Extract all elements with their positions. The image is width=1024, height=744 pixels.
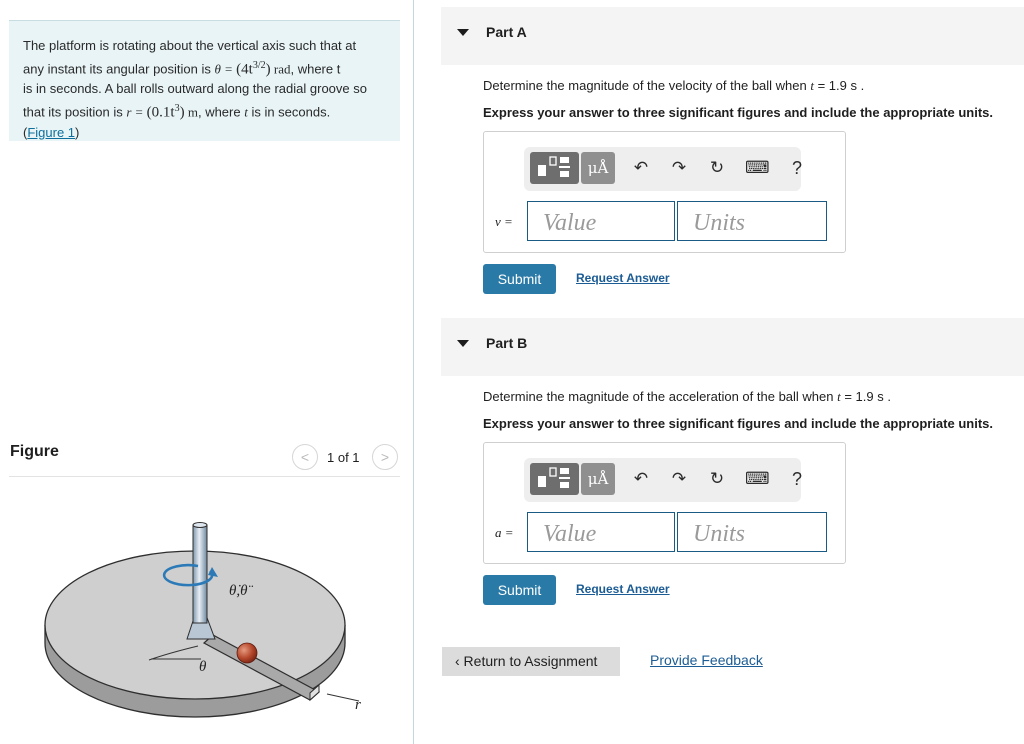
units-button[interactable]: μÅ bbox=[581, 152, 615, 184]
velocity-label: v = bbox=[495, 214, 513, 229]
problem-text: is in seconds. A ball rolls outward alon… bbox=[23, 81, 367, 97]
problem-text: The platform is rotating about the verti… bbox=[23, 38, 357, 53]
reset-icon[interactable]: ↻ bbox=[705, 155, 729, 181]
templates-icon bbox=[538, 156, 570, 177]
keyboard-icon[interactable]: ⌨ bbox=[745, 155, 770, 181]
help-button[interactable]: ? bbox=[785, 155, 809, 181]
figure-prev-button[interactable]: < bbox=[292, 444, 318, 470]
collapse-triangle-icon bbox=[457, 340, 469, 347]
problem-text: , where t bbox=[290, 60, 341, 76]
part-a-title: Part A bbox=[486, 24, 527, 40]
undo-icon[interactable]: ↶ bbox=[629, 155, 653, 181]
redo-icon[interactable]: ↷ bbox=[667, 155, 691, 181]
part-b-instruction: Express your answer to three significant… bbox=[483, 416, 993, 431]
question-text: = 1.9 s . bbox=[840, 389, 891, 404]
problem-text: that its position is bbox=[23, 104, 127, 120]
help-button[interactable]: ? bbox=[785, 466, 809, 492]
part-b-submit-button[interactable]: Submit bbox=[483, 575, 556, 605]
part-b-answer-box: μÅ ↶ ↷ ↻ ⌨ ? a = bbox=[483, 442, 846, 564]
figure-title: Figure bbox=[10, 443, 59, 460]
part-b-title: Part B bbox=[486, 335, 528, 351]
part-a-answer-box: μÅ ↶ ↷ ↻ ⌨ ? v = bbox=[483, 131, 846, 253]
figure-header: Figure < 1 of 1 > bbox=[9, 440, 400, 477]
templates-button[interactable] bbox=[530, 463, 579, 495]
ball bbox=[236, 642, 258, 664]
question-text: = 1.9 s . bbox=[813, 78, 865, 93]
question-text: Determine the magnitude of the velocity … bbox=[483, 78, 811, 93]
problem-line: The platform is rotating about the verti… bbox=[23, 36, 387, 56]
theta-label: θ bbox=[199, 659, 207, 675]
part-a-header[interactable]: Part A bbox=[441, 7, 1024, 65]
problem-text: is in seconds. bbox=[247, 104, 331, 120]
units-button[interactable]: μÅ bbox=[581, 463, 615, 495]
math-toolbar: μÅ ↶ ↷ ↻ ⌨ ? bbox=[524, 458, 802, 502]
rod-top bbox=[192, 522, 208, 528]
part-b-value-input[interactable] bbox=[527, 512, 675, 552]
figure-counter: 1 of 1 bbox=[327, 450, 360, 465]
part-a-submit-button[interactable]: Submit bbox=[483, 264, 556, 294]
problem-line: is in seconds. A ball rolls outward alon… bbox=[23, 79, 387, 99]
math-toolbar: μÅ ↶ ↷ ↻ ⌨ ? bbox=[524, 147, 802, 191]
problem-statement: The platform is rotating about the verti… bbox=[9, 20, 400, 141]
part-a-question: Determine the magnitude of the velocity … bbox=[483, 78, 864, 94]
r-label: r bbox=[355, 697, 361, 713]
provide-feedback-link[interactable]: Provide Feedback bbox=[650, 652, 763, 668]
part-a-value-input[interactable] bbox=[527, 201, 675, 241]
problem-text: , where bbox=[197, 104, 245, 120]
column-divider bbox=[413, 0, 414, 744]
acceleration-label: a = bbox=[495, 525, 514, 540]
part-a-request-answer-link[interactable]: Request Answer bbox=[576, 271, 670, 285]
part-a-instruction: Express your answer to three significant… bbox=[483, 105, 993, 120]
templates-icon bbox=[538, 467, 570, 488]
figure-link[interactable]: Figure 1 bbox=[27, 125, 75, 140]
templates-button[interactable] bbox=[530, 152, 579, 184]
redo-icon[interactable]: ↷ bbox=[667, 466, 691, 492]
theta-expression: (4t bbox=[236, 60, 253, 77]
part-b-request-answer-link[interactable]: Request Answer bbox=[576, 582, 670, 596]
part-a-units-input[interactable] bbox=[677, 201, 827, 241]
left-panel: The platform is rotating about the verti… bbox=[0, 0, 414, 744]
part-b-header[interactable]: Part B bbox=[441, 318, 1024, 376]
theta-symbol: θ = bbox=[214, 60, 237, 76]
theta-exponent: 3/2 bbox=[252, 59, 266, 71]
problem-line: (Figure 1) bbox=[23, 123, 387, 143]
undo-icon[interactable]: ↶ bbox=[629, 466, 653, 492]
collapse-triangle-icon bbox=[457, 29, 469, 36]
problem-line: any instant its angular position is θ = … bbox=[23, 56, 387, 80]
vertical-axis-rod bbox=[192, 524, 208, 624]
part-b-question: Determine the magnitude of the accelerat… bbox=[483, 389, 891, 405]
problem-text: any instant its angular position is bbox=[23, 60, 215, 76]
platform-figure: θ̇,θ̈ θ r bbox=[44, 522, 361, 718]
figure-next-button[interactable]: > bbox=[372, 444, 398, 470]
r-expression: (0.1t bbox=[146, 104, 175, 121]
keyboard-icon[interactable]: ⌨ bbox=[745, 466, 770, 492]
return-to-assignment-button[interactable]: ‹ Return to Assignment bbox=[442, 647, 620, 676]
question-text: Determine the magnitude of the accelerat… bbox=[483, 389, 838, 404]
part-b-units-input[interactable] bbox=[677, 512, 827, 552]
r-symbol: r = bbox=[126, 104, 147, 120]
chevron-left-icon: < bbox=[300, 449, 310, 465]
problem-line: that its position is r = (0.1t3) m, wher… bbox=[23, 99, 387, 123]
theta-unit: rad bbox=[270, 60, 291, 76]
chevron-right-icon: > bbox=[380, 449, 390, 465]
r-unit: m bbox=[184, 104, 198, 120]
reset-icon[interactable]: ↻ bbox=[705, 466, 729, 492]
paren: ) bbox=[75, 124, 80, 140]
